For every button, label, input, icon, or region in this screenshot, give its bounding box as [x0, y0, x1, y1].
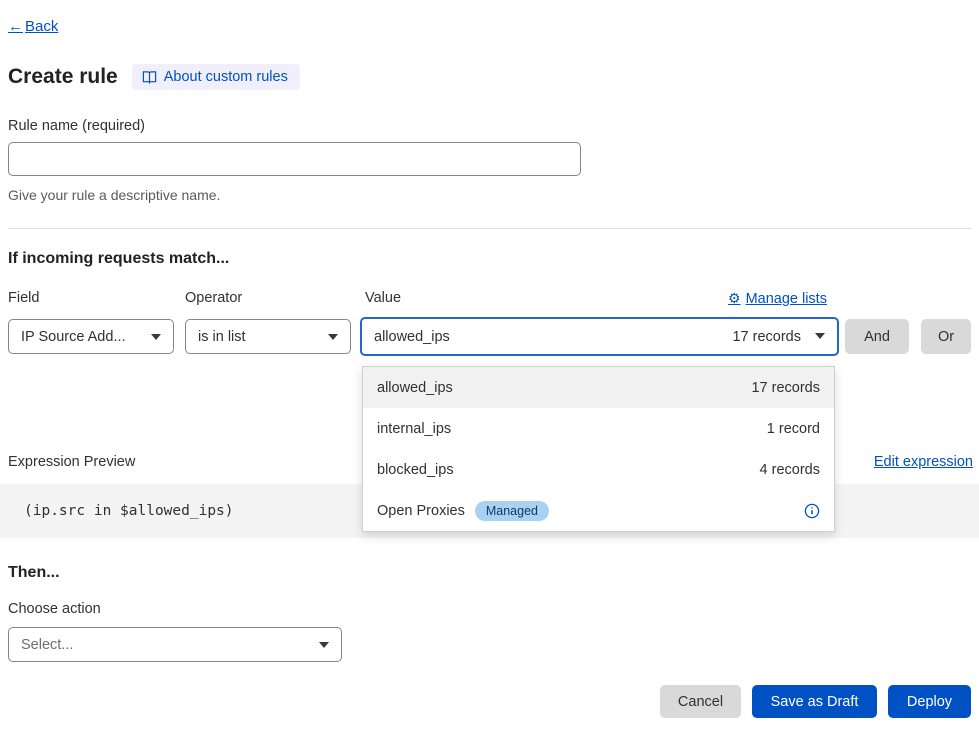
list-item-internal-ips[interactable]: internal_ips 1 record [363, 408, 834, 449]
value-select[interactable]: allowed_ips 17 records [360, 317, 839, 356]
chevron-down-icon [815, 333, 825, 339]
field-select-value: IP Source Add... [21, 329, 126, 345]
choose-action-label: Choose action [8, 601, 101, 617]
list-item-name: allowed_ips [377, 380, 453, 396]
operator-column-label: Operator [185, 290, 242, 306]
about-badge-label: About custom rules [164, 69, 288, 85]
save-as-draft-button[interactable]: Save as Draft [752, 685, 877, 718]
value-select-value: allowed_ips [374, 329, 450, 345]
page-title: Create rule [8, 65, 118, 89]
list-item-allowed-ips[interactable]: allowed_ips 17 records [363, 367, 834, 408]
list-item-meta: 4 records [760, 462, 820, 478]
back-link[interactable]: ←Back [8, 18, 58, 35]
back-link-label: Back [25, 18, 58, 35]
section-divider [8, 228, 971, 229]
value-column-label: Value [365, 290, 401, 306]
field-select[interactable]: IP Source Add... [8, 319, 174, 354]
value-dropdown-panel: allowed_ips 17 records internal_ips 1 re… [362, 366, 835, 532]
title-row: Create rule About custom rules [8, 64, 300, 90]
gear-icon: ⚙ [728, 290, 741, 307]
edit-expression-link[interactable]: Edit expression [874, 454, 973, 470]
manage-lists-label: Manage lists [746, 291, 827, 307]
rule-name-label: Rule name (required) [8, 118, 145, 134]
and-button[interactable]: And [845, 319, 909, 354]
create-rule-page: ←Back Create rule About custom rules Rul… [0, 0, 979, 739]
operator-select[interactable]: is in list [185, 319, 351, 354]
action-select[interactable]: Select... [8, 627, 342, 662]
list-item-meta: 1 record [767, 421, 820, 437]
back-arrow-icon: ← [8, 18, 23, 35]
expression-code: (ip.src in $allowed_ips) [24, 503, 234, 519]
managed-badge: Managed [475, 501, 549, 521]
cancel-button[interactable]: Cancel [660, 685, 741, 718]
list-item-open-proxies[interactable]: Open Proxies Managed [363, 490, 834, 531]
list-item-meta: 17 records [751, 380, 820, 396]
chevron-down-icon [319, 642, 329, 648]
match-section-title: If incoming requests match... [8, 250, 229, 268]
book-icon [142, 70, 157, 84]
or-button[interactable]: Or [921, 319, 971, 354]
chevron-down-icon [151, 334, 161, 340]
about-custom-rules-link[interactable]: About custom rules [132, 64, 300, 90]
list-item-name: internal_ips [377, 421, 451, 437]
value-select-meta: 17 records [732, 329, 801, 345]
then-section-title: Then... [8, 564, 60, 582]
list-item-name: Open Proxies [377, 503, 465, 519]
manage-lists-link[interactable]: ⚙ Manage lists [728, 290, 827, 307]
action-select-placeholder: Select... [21, 637, 73, 653]
deploy-button[interactable]: Deploy [888, 685, 971, 718]
chevron-down-icon [328, 334, 338, 340]
list-item-blocked-ips[interactable]: blocked_ips 4 records [363, 449, 834, 490]
rule-name-input[interactable] [8, 142, 581, 176]
rule-name-helper-text: Give your rule a descriptive name. [8, 187, 220, 203]
field-column-label: Field [8, 290, 39, 306]
expression-preview-label: Expression Preview [8, 454, 135, 470]
list-item-name: blocked_ips [377, 462, 454, 478]
info-icon[interactable] [804, 503, 820, 519]
operator-select-value: is in list [198, 329, 246, 345]
